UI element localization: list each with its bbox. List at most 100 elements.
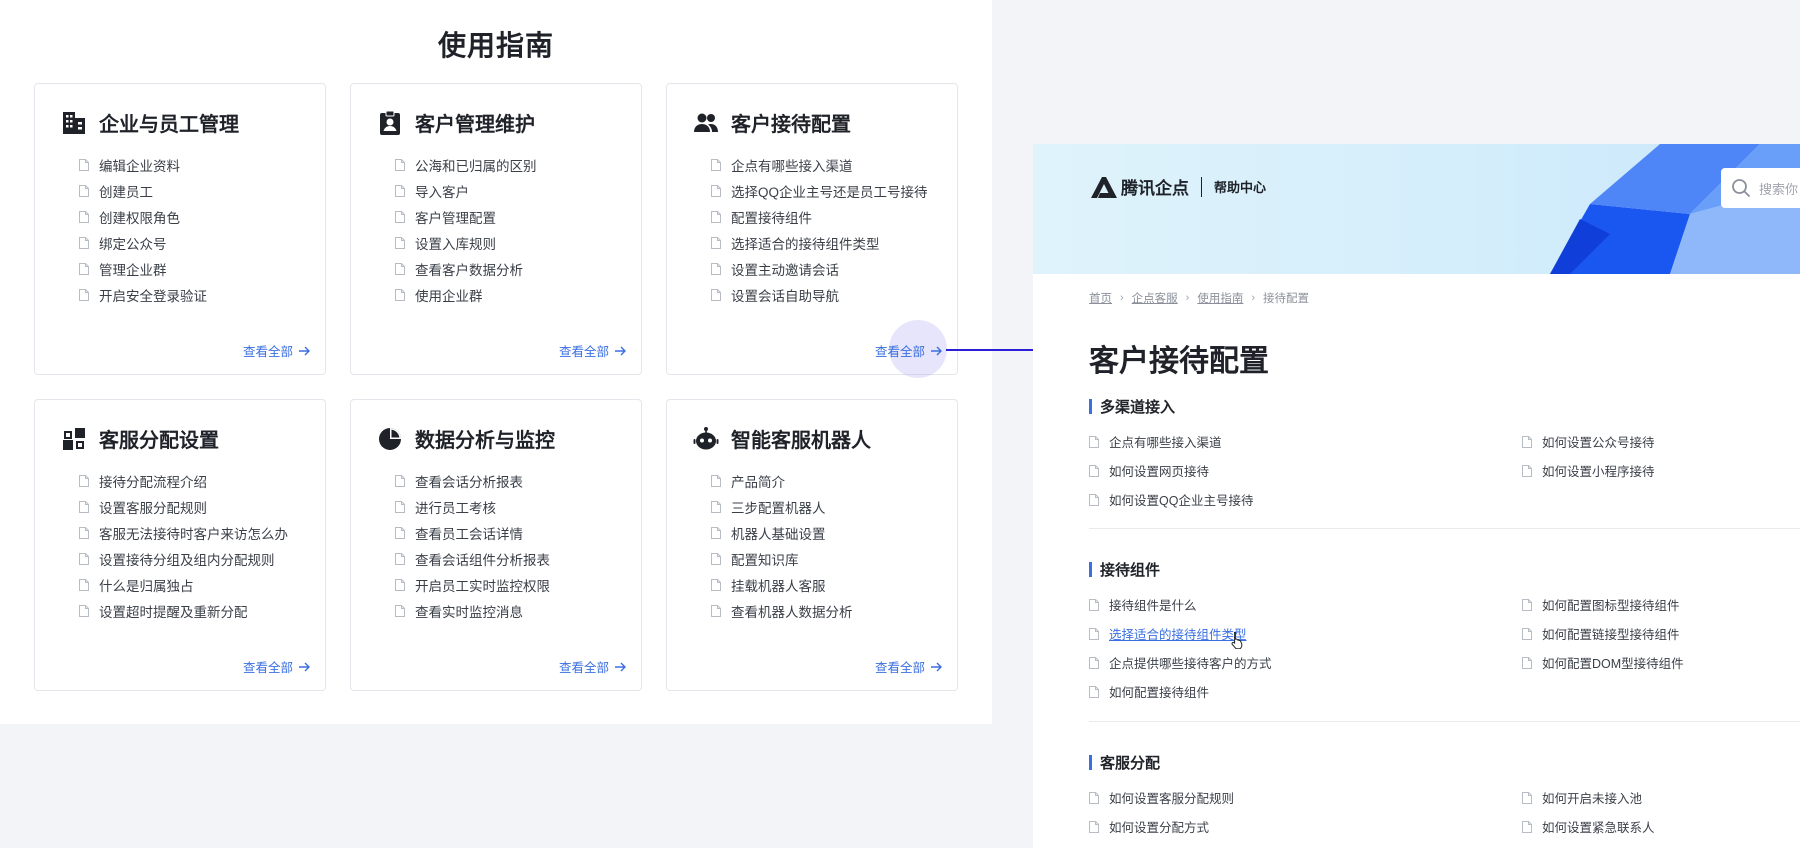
article-link[interactable]: 如何设置网页接待 (1089, 461, 1209, 480)
card-link[interactable]: 查看会话组件分析报表 (395, 546, 550, 572)
card-link[interactable]: 进行员工考核 (395, 494, 550, 520)
card-link[interactable]: 客户管理配置 (395, 204, 537, 230)
document-icon (711, 605, 721, 617)
view-all-link[interactable]: 查看全部 (243, 341, 311, 360)
view-all-link[interactable]: 查看全部 (875, 341, 943, 360)
article-link[interactable]: 如何配置DOM型接待组件 (1522, 653, 1684, 672)
section-multichannel: 多渠道接入 企点有哪些接入渠道 如何设置公众号接待 如何设置网页接待 如何设置小… (1089, 396, 1800, 529)
brand-name: 腾讯企点 (1121, 179, 1189, 198)
document-icon (1089, 627, 1099, 640)
card-title: 客户接待配置 (731, 114, 851, 136)
card-link[interactable]: 机器人基础设置 (711, 520, 853, 546)
card-link[interactable]: 查看机器人数据分析 (711, 598, 853, 624)
document-icon (395, 527, 405, 539)
article-link[interactable]: 如何开启未接入池 (1522, 788, 1642, 807)
article-link[interactable]: 企点有哪些接入渠道 (1089, 432, 1222, 451)
breadcrumb-qidian-service[interactable]: 企点客服 (1132, 290, 1178, 306)
article-link[interactable]: 如何设置QQ企业主号接待 (1089, 490, 1253, 509)
document-icon (79, 211, 89, 223)
view-all-link[interactable]: 查看全部 (559, 657, 627, 676)
breadcrumb-home[interactable]: 首页 (1089, 290, 1112, 306)
card-title: 智能客服机器人 (731, 430, 871, 452)
article-link[interactable]: 如何设置客服分配规则 (1089, 788, 1234, 807)
card-link-list: 公海和已归属的区别 导入客户 客户管理配置 设置入库规则 查看客户数据分析 使用… (395, 152, 537, 308)
card-link-list: 接待分配流程介绍 设置客服分配规则 客服无法接待时客户来访怎么办 设置接待分组及… (79, 468, 288, 624)
card-link[interactable]: 设置入库规则 (395, 230, 537, 256)
card-link[interactable]: 管理企业群 (79, 256, 207, 282)
section-title: 客服分配 (1100, 754, 1161, 772)
card-link[interactable]: 设置客服分配规则 (79, 494, 288, 520)
view-all-link[interactable]: 查看全部 (559, 341, 627, 360)
card-link[interactable]: 编辑企业资料 (79, 152, 207, 178)
card-link[interactable]: 公海和已归属的区别 (395, 152, 537, 178)
document-icon (1522, 627, 1532, 640)
article-link[interactable]: 企点提供哪些接待客户的方式 (1089, 653, 1272, 672)
document-icon (395, 605, 405, 617)
document-icon (711, 501, 721, 513)
view-all-link[interactable]: 查看全部 (243, 657, 311, 676)
card-link[interactable]: 查看客户数据分析 (395, 256, 537, 282)
article-link[interactable]: 如何配置接待组件 (1089, 682, 1209, 701)
card-link[interactable]: 创建权限角色 (79, 204, 207, 230)
card-link[interactable]: 设置接待分组及组内分配规则 (79, 546, 288, 572)
card-link[interactable]: 什么是归属独占 (79, 572, 288, 598)
card-link[interactable]: 企点有哪些接入渠道 (711, 152, 928, 178)
brand-separator (1201, 176, 1202, 197)
section-service-distribution: 客服分配 如何设置客服分配规则 如何开启未接入池 如何设置分配方式 如何设置紧急… (1089, 752, 1800, 835)
card-link[interactable]: 查看会话分析报表 (395, 468, 550, 494)
help-center-page: 腾讯企点 帮助中心 搜索你 首页 › 企点客服 › 使用指南 › 接待配置 客户… (1033, 144, 1800, 848)
document-icon (395, 501, 405, 513)
brand-subtitle: 帮助中心 (1214, 180, 1267, 195)
card-link[interactable]: 选择QQ企业主号还是员工号接待 (711, 178, 928, 204)
article-link[interactable]: 如何配置链接型接待组件 (1522, 624, 1680, 643)
guide-card-distribution: 客服分配设置 接待分配流程介绍 设置客服分配规则 客服无法接待时客户来访怎么办 … (34, 399, 326, 691)
card-link[interactable]: 导入客户 (395, 178, 537, 204)
document-icon (1089, 493, 1099, 506)
card-link[interactable]: 绑定公众号 (79, 230, 207, 256)
card-title: 客服分配设置 (99, 430, 219, 452)
card-link[interactable]: 创建员工 (79, 178, 207, 204)
card-link[interactable]: 查看实时监控消息 (395, 598, 550, 624)
document-icon (79, 185, 89, 197)
article-link[interactable]: 如何设置紧急联系人 (1522, 817, 1655, 836)
view-all-link[interactable]: 查看全部 (875, 657, 943, 676)
card-link[interactable]: 设置主动邀请会话 (711, 256, 928, 282)
arrow-right-icon (615, 662, 627, 672)
page-title: 客户接待配置 (1089, 345, 1269, 378)
card-link[interactable]: 开启安全登录验证 (79, 282, 207, 308)
document-icon (711, 159, 721, 171)
section-divider (1089, 528, 1800, 529)
card-link[interactable]: 选择适合的接待组件类型 (711, 230, 928, 256)
article-link[interactable]: 如何设置小程序接待 (1522, 461, 1655, 480)
chevron-right-icon: › (1185, 292, 1190, 304)
card-link[interactable]: 设置超时提醒及重新分配 (79, 598, 288, 624)
article-link-hovered[interactable]: 选择适合的接待组件类型 (1089, 624, 1247, 643)
section-title: 接待组件 (1100, 561, 1161, 579)
search-input[interactable]: 搜索你 (1721, 168, 1800, 208)
brand[interactable]: 腾讯企点 帮助中心 (1089, 174, 1266, 199)
article-link[interactable]: 接待组件是什么 (1089, 595, 1197, 614)
card-link[interactable]: 产品简介 (711, 468, 853, 494)
arrow-right-icon (931, 346, 943, 356)
document-icon (395, 237, 405, 249)
card-link[interactable]: 开启员工实时监控权限 (395, 572, 550, 598)
card-link[interactable]: 使用企业群 (395, 282, 537, 308)
article-link[interactable]: 如何设置分配方式 (1089, 817, 1209, 836)
document-icon (1522, 791, 1532, 804)
card-link[interactable]: 配置接待组件 (711, 204, 928, 230)
arrow-right-icon (299, 662, 311, 672)
document-icon (395, 159, 405, 171)
article-link[interactable]: 如何配置图标型接待组件 (1522, 595, 1680, 614)
card-link[interactable]: 客服无法接待时客户来访怎么办 (79, 520, 288, 546)
card-link[interactable]: 查看员工会话详情 (395, 520, 550, 546)
guide-title: 使用指南 (437, 30, 554, 61)
article-link[interactable]: 如何设置公众号接待 (1522, 432, 1655, 451)
breadcrumb-usage-guide[interactable]: 使用指南 (1197, 290, 1243, 306)
card-link[interactable]: 挂载机器人客服 (711, 572, 853, 598)
card-link[interactable]: 三步配置机器人 (711, 494, 853, 520)
card-link[interactable]: 设置会话自助导航 (711, 282, 928, 308)
section-title: 多渠道接入 (1100, 398, 1176, 416)
card-link[interactable]: 接待分配流程介绍 (79, 468, 288, 494)
card-link[interactable]: 配置知识库 (711, 546, 853, 572)
document-icon (395, 185, 405, 197)
